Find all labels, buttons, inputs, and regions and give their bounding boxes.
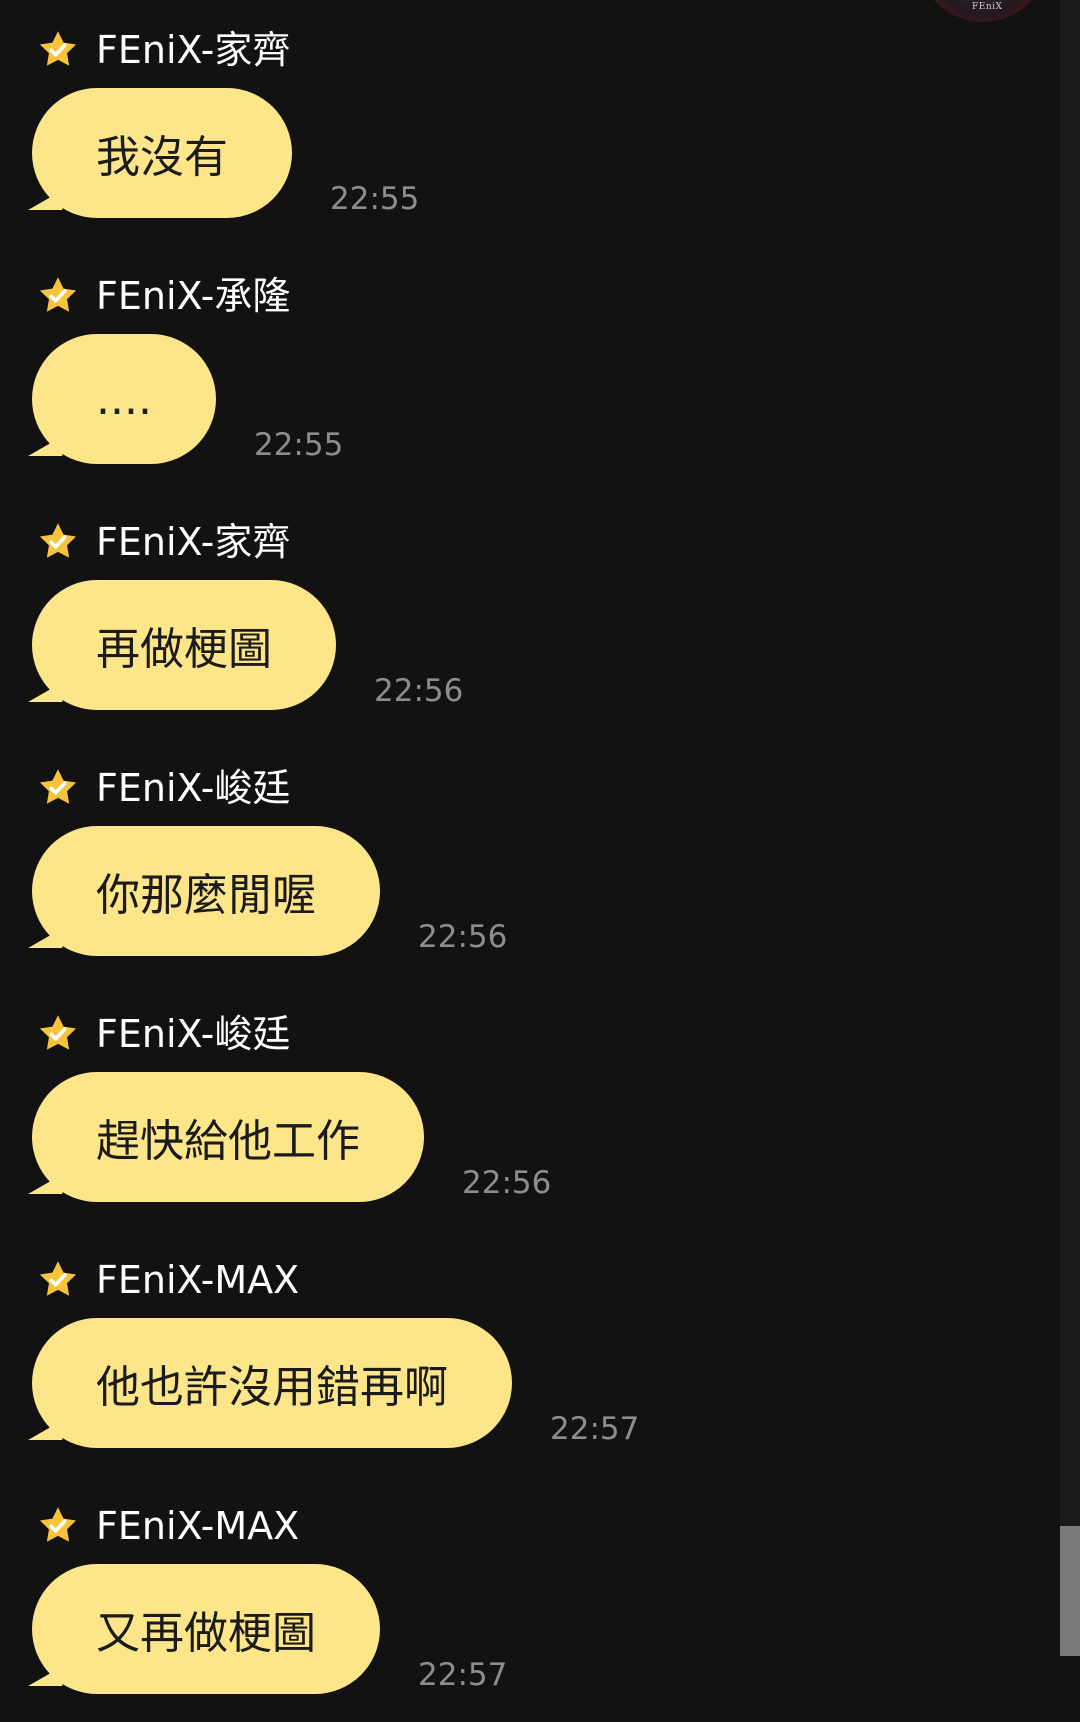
- message-text: 你那麼閒喔: [96, 870, 316, 921]
- star-check-icon: [36, 274, 96, 318]
- message-time: 22:56: [462, 1165, 552, 1201]
- message-row: FEniX-峻廷 你那麼閒喔 22:56: [0, 738, 1000, 984]
- message-sender: FEniX-峻廷: [36, 760, 290, 816]
- sender-name[interactable]: FEniX-家齊: [96, 22, 290, 78]
- message-sender: FEniX-MAX: [36, 1252, 299, 1308]
- message-bubble[interactable]: ....: [28, 334, 216, 464]
- message-text: 我沒有: [96, 132, 228, 183]
- scrollbar-track[interactable]: [1060, 0, 1080, 1656]
- message-sender: FEniX-家齊: [36, 514, 290, 570]
- message-sender: FEniX-MAX: [36, 1498, 299, 1554]
- message-sender: FEniX-家齊: [36, 22, 290, 78]
- star-check-icon: [36, 1504, 96, 1548]
- message-text: 趕快給他工作: [96, 1116, 360, 1167]
- bubble-tail: [28, 1662, 70, 1686]
- sender-name[interactable]: FEniX-MAX: [96, 1498, 299, 1554]
- message-bubble[interactable]: 趕快給他工作: [28, 1072, 424, 1202]
- message-text: 再做梗圖: [96, 624, 272, 675]
- message-row: FEniX-家齊 再做梗圖 22:56: [0, 492, 1000, 738]
- bubble-tail: [28, 678, 70, 702]
- message-bubble[interactable]: 你那麼閒喔: [28, 826, 380, 956]
- message-text: 他也許沒用錯再啊: [96, 1362, 448, 1413]
- message-bubble[interactable]: 又再做梗圖: [28, 1564, 380, 1694]
- bubble-tail: [28, 1416, 70, 1440]
- message-bubble[interactable]: 我沒有: [28, 88, 292, 218]
- message-time: 22:55: [330, 181, 420, 217]
- sender-name[interactable]: FEniX-峻廷: [96, 1006, 290, 1062]
- message-bubble[interactable]: 再做梗圖: [28, 580, 336, 710]
- bubble-tail: [28, 432, 70, 456]
- message-row: FEniX-MAX 他也許沒用錯再啊 22:57: [0, 1230, 1000, 1476]
- message-sender: FEniX-峻廷: [36, 1006, 290, 1062]
- bubble-tail: [28, 924, 70, 948]
- scrollbar-thumb[interactable]: [1060, 1526, 1080, 1656]
- star-check-icon: [36, 766, 96, 810]
- message-time: 22:57: [550, 1411, 640, 1447]
- star-check-icon: [36, 520, 96, 564]
- message-time: 22:55: [253, 427, 344, 463]
- message-row: FEniX-峻廷 趕快給他工作 22:56: [0, 984, 1000, 1230]
- message-row: FEniX-家齊 我沒有 22:55: [0, 0, 1000, 246]
- bubble-tail: [28, 1170, 70, 1194]
- star-check-icon: [36, 28, 96, 72]
- message-row: FEniX-MAX 又再做梗圖 22:57: [0, 1476, 1000, 1722]
- message-time: 22:56: [418, 919, 508, 955]
- message-time: 22:57: [418, 1657, 508, 1693]
- star-check-icon: [36, 1012, 96, 1056]
- sender-name[interactable]: FEniX-峻廷: [96, 760, 290, 816]
- message-sender: FEniX-承隆: [36, 268, 290, 324]
- chat-message-list[interactable]: FEniX FEniX-家齊 我沒有 22:55 FEniX-承隆 .... 2…: [0, 0, 1060, 1694]
- message-time: 22:56: [374, 673, 464, 709]
- sender-name[interactable]: FEniX-家齊: [96, 514, 290, 570]
- bubble-tail: [28, 186, 70, 210]
- star-check-icon: [36, 1258, 96, 1302]
- message-row: FEniX-承隆 .... 22:55: [0, 246, 1000, 492]
- message-text: ....: [96, 373, 152, 425]
- message-bubble[interactable]: 他也許沒用錯再啊: [28, 1318, 512, 1448]
- sender-name[interactable]: FEniX-承隆: [96, 268, 290, 324]
- sender-name[interactable]: FEniX-MAX: [96, 1252, 299, 1308]
- message-text: 又再做梗圖: [96, 1608, 316, 1659]
